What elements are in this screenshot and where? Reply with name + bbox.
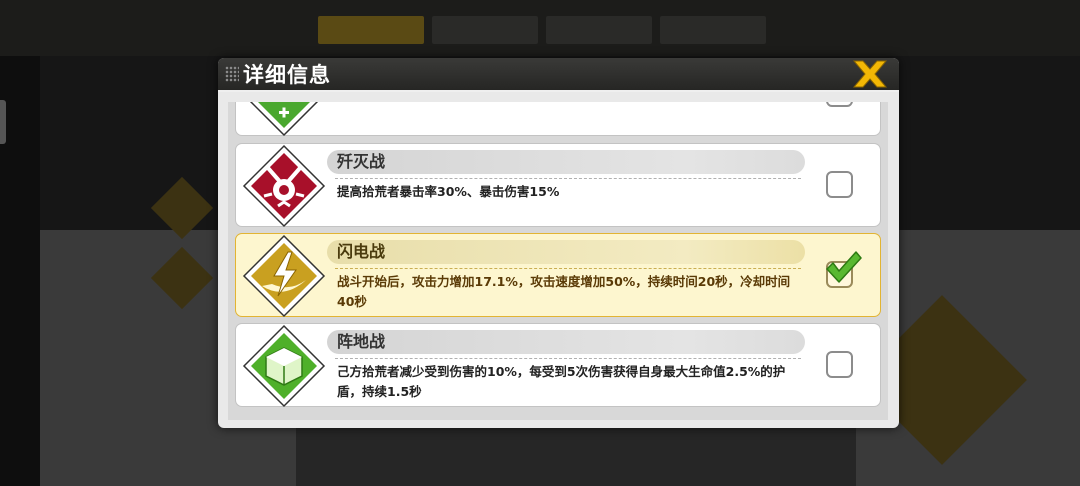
background-tab: [318, 16, 424, 44]
tactic-description: 提高拾荒者暴击率30%、暴击伤害15%: [337, 184, 560, 199]
close-button[interactable]: [850, 59, 890, 89]
tactic-card[interactable]: 歼灭战 提高拾荒者暴击率30%、暴击伤害15%: [235, 143, 881, 228]
annihilation-icon: [242, 144, 326, 228]
close-icon: [852, 60, 888, 88]
background-tab: [660, 16, 766, 44]
tactic-checkbox[interactable]: [826, 171, 853, 198]
tactic-name: 歼灭战: [337, 152, 386, 171]
tactic-name: 阵地战: [337, 332, 386, 351]
detail-info-dialog: 详细信息 歼灭战 提高拾荒者暴击率30%、暴击伤害15% 闪电战 战斗开始后，攻…: [218, 58, 899, 428]
tactic-name-bar: 阵地战: [327, 330, 805, 354]
background-tab: [432, 16, 538, 44]
divider: [335, 268, 801, 269]
tactic-card[interactable]: [235, 102, 881, 137]
tactic-checkbox[interactable]: [826, 102, 853, 107]
tactic-description: 战斗开始后，攻击力增加17.1%，攻击速度增加50%，持续时间20秒，冷却时间4…: [337, 274, 791, 309]
tactic-checkbox[interactable]: [826, 251, 862, 288]
background-top-bar: [0, 0, 1080, 56]
tactic-checkbox[interactable]: [826, 351, 853, 378]
grip-icon: [225, 66, 239, 82]
tactic-name-bar: 歼灭战: [327, 150, 805, 174]
divider: [335, 358, 801, 359]
checkmark-icon: [826, 251, 862, 283]
background-lower-panel: [296, 428, 856, 486]
lightning-icon: [242, 234, 326, 318]
green-plus-icon: [249, 102, 319, 137]
tactic-name-bar: 闪电战: [327, 240, 805, 264]
tactic-card[interactable]: 阵地战 己方拾荒者减少受到伤害的10%，每受到5次伤害获得自身最大生命值2.5%…: [235, 323, 881, 408]
tactic-card[interactable]: 闪电战 战斗开始后，攻击力增加17.1%，攻击速度增加50%，持续时间20秒，冷…: [235, 233, 881, 318]
fortress-icon: [242, 324, 326, 408]
divider: [335, 178, 801, 179]
tactic-name: 闪电战: [337, 242, 386, 261]
dialog-title: 详细信息: [243, 63, 331, 87]
background-side-strip: [0, 56, 40, 486]
dialog-header: 详细信息: [218, 58, 899, 92]
tactic-description: 己方拾荒者减少受到伤害的10%，每受到5次伤害获得自身最大生命值2.5%的护盾，…: [337, 364, 786, 399]
tactics-list[interactable]: 歼灭战 提高拾荒者暴击率30%、暴击伤害15% 闪电战 战斗开始后，攻击力增加1…: [228, 102, 888, 420]
background-tab: [546, 16, 652, 44]
background-edge-handle: [0, 100, 6, 144]
